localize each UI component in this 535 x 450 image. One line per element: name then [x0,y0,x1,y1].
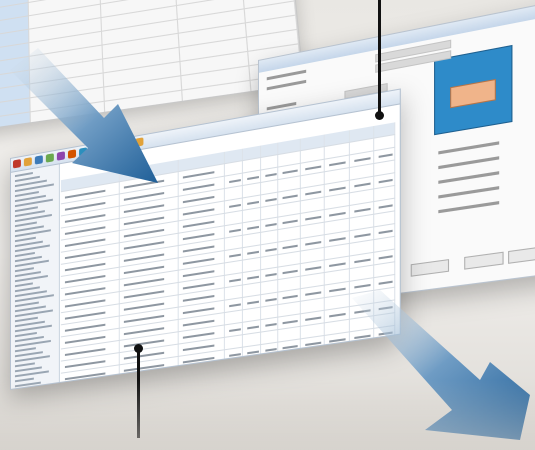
flow-arrow-left [10,48,158,183]
callout-dot-main [134,344,143,353]
floor-reflection [0,380,535,450]
callout-line-dialog [378,0,381,112]
callout-dot-dialog [375,111,384,120]
